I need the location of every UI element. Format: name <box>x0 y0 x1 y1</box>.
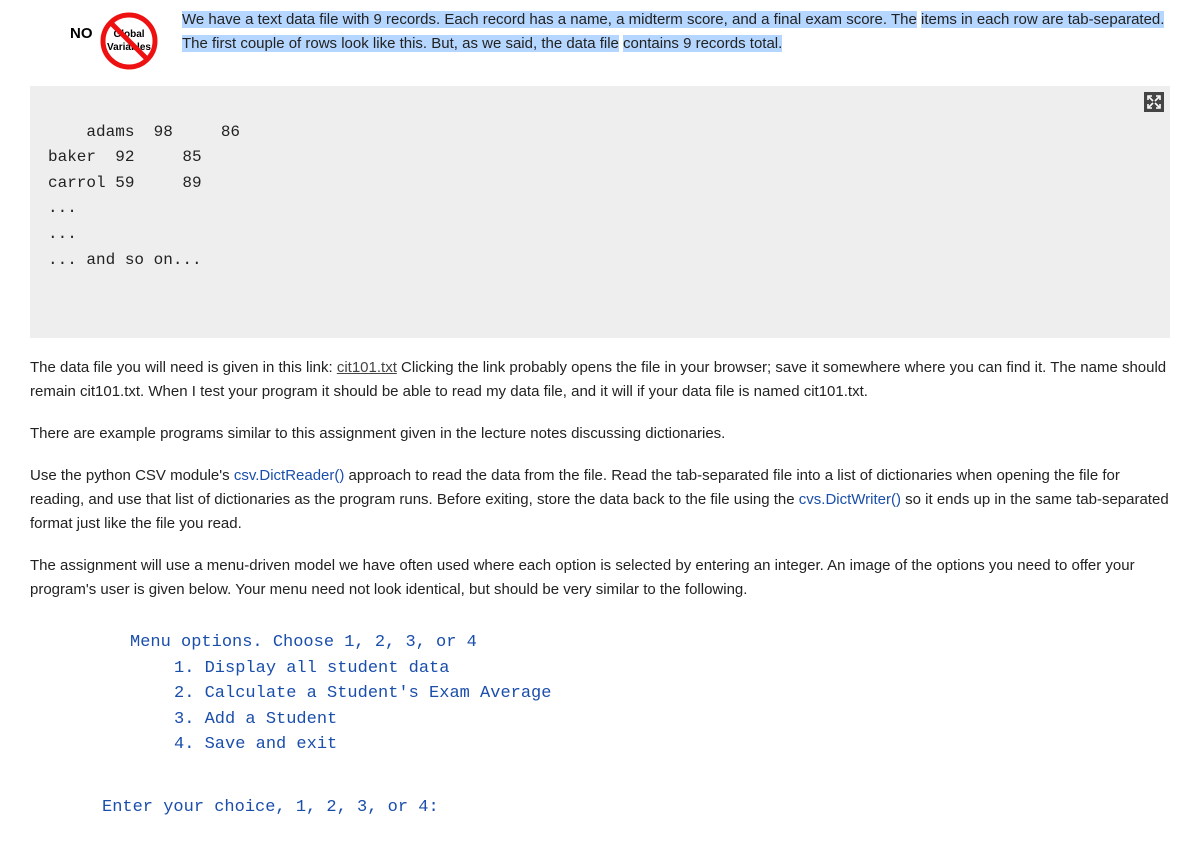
sample-data-block: adams 98 86 baker 92 85 carrol 59 89 ...… <box>30 86 1170 338</box>
paragraph-csv: Use the python CSV module's csv.DictRead… <box>30 464 1170 536</box>
intro-highlight-1: We have a text data file with 9 records.… <box>182 11 917 28</box>
intro-row: NO Global Variables We have a text data … <box>30 0 1170 78</box>
no-globals-icon: Global Variables <box>100 12 158 70</box>
paragraph-examples: There are example programs similar to th… <box>30 422 1170 446</box>
paragraph-datafile: The data file you will need is given in … <box>30 356 1170 404</box>
menu-option-4: 4. Save and exit <box>174 732 1170 758</box>
menu-option-1: 1. Display all student data <box>174 656 1170 682</box>
paragraph-menu-intro: The assignment will use a menu-driven mo… <box>30 554 1170 602</box>
menu-header: Menu options. Choose 1, 2, 3, or 4 <box>130 630 1170 656</box>
sample-data-text: adams 98 86 baker 92 85 carrol 59 89 ...… <box>48 123 240 269</box>
expand-icon[interactable] <box>1144 92 1164 112</box>
no-globals-badge: NO Global Variables <box>70 8 170 78</box>
cit101-link[interactable]: cit101.txt <box>337 359 397 376</box>
intro-text: We have a text data file with 9 records.… <box>182 8 1170 56</box>
menu-options-block: Menu options. Choose 1, 2, 3, or 4 1. Di… <box>130 630 1170 758</box>
menu-option-3: 3. Add a Student <box>174 707 1170 733</box>
dictreader-ref: csv.DictReader() <box>234 467 345 484</box>
menu-option-2: 2. Calculate a Student's Exam Average <box>174 681 1170 707</box>
intro-highlight-3: contains 9 records total. <box>623 35 782 52</box>
no-label: NO <box>70 22 93 46</box>
dictwriter-ref: cvs.DictWriter() <box>799 491 901 508</box>
menu-prompt: Enter your choice, 1, 2, 3, or 4: <box>102 794 1170 821</box>
